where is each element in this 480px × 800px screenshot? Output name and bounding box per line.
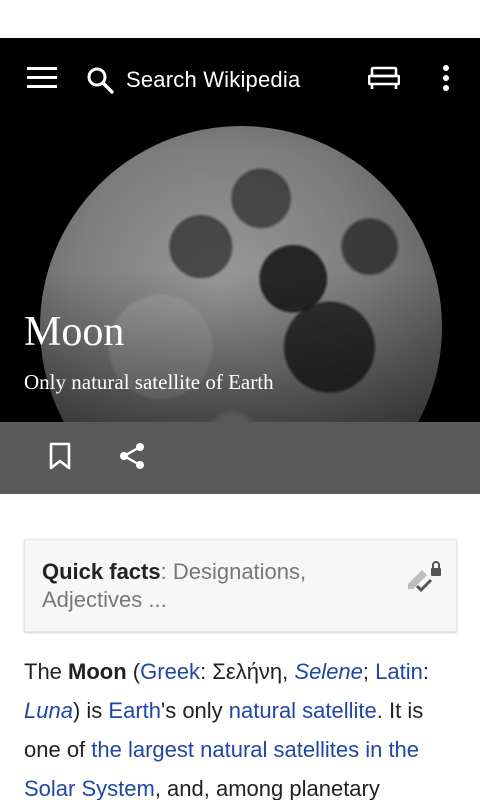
search-bar[interactable]: Search Wikipedia [84,56,344,104]
overflow-menu-icon [442,64,450,97]
toolbar: Search Wikipedia [0,38,480,122]
lead-image[interactable]: Search Wikipedia Moon Only natural satel… [0,38,480,422]
link-largest-satellites[interactable]: the largest natural satellites in the [91,737,419,762]
link-latin[interactable]: Latin [375,659,423,684]
article-intro: The Moon (Greek: Σελήνη, Selene; Latin: … [24,652,464,800]
page-description: Only natural satellite of Earth [24,370,274,394]
intro-text: The [24,659,69,684]
share-icon [117,441,147,476]
link-selene[interactable]: Selene [294,659,363,684]
bookmark-icon [49,442,71,475]
page-action-bar [0,422,480,494]
search-icon [84,64,116,96]
intro-text: , and, among planetary [154,776,380,800]
intro-text: : Σελήνη, [200,659,295,684]
intro-text: ; [362,659,376,684]
more-options-button[interactable] [422,56,470,104]
reading-list-button[interactable] [360,56,408,104]
intro-bold-moon: Moon [68,659,127,684]
intro-text: ( [126,659,141,684]
link-earth[interactable]: Earth [108,698,161,723]
quick-facts-text: Quick facts: Designations, Adjectives ..… [42,558,382,614]
intro-text: 's only [161,698,229,723]
link-selene-text: Selene [294,659,363,684]
page-title: Moon [24,309,125,355]
status-bar [0,0,480,42]
link-luna-text: Luna [24,698,73,723]
quick-facts-card[interactable]: Quick facts: Designations, Adjectives ..… [24,539,457,632]
edit-locked-icon [405,560,445,601]
link-solar-system[interactable]: Solar System [24,776,155,800]
link-luna[interactable]: Luna [24,698,73,723]
save-button[interactable] [36,434,84,482]
intro-text: ) is [72,698,109,723]
reading-list-icon [367,66,401,95]
hamburger-menu-icon [27,66,57,94]
share-button[interactable] [108,434,156,482]
link-greek[interactable]: Greek [140,659,200,684]
search-input[interactable]: Search Wikipedia [126,67,300,93]
quick-facts-label: Quick facts [42,559,161,584]
edit-locked-button[interactable] [401,556,449,604]
link-natural-satellite[interactable]: natural satellite [229,698,377,723]
intro-text: : [422,659,429,684]
menu-button[interactable] [18,56,66,104]
